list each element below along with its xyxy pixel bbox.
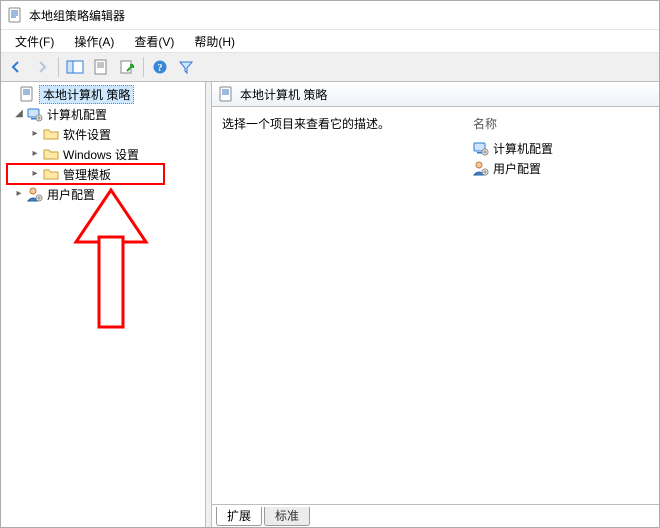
computer-icon bbox=[27, 106, 43, 122]
menu-action[interactable]: 操作(A) bbox=[64, 31, 124, 52]
menubar: 文件(F) 操作(A) 查看(V) 帮助(H) bbox=[1, 30, 659, 53]
policy-doc-icon bbox=[218, 86, 234, 102]
expander-closed-icon[interactable]: ▸ bbox=[29, 128, 41, 140]
forward-button[interactable] bbox=[30, 55, 54, 79]
tree-computer-config-label: 计算机配置 bbox=[47, 106, 107, 123]
tree-windows-settings[interactable]: ▸ Windows 设置 bbox=[1, 144, 205, 164]
user-icon bbox=[473, 160, 489, 176]
expander-closed-icon[interactable]: ▸ bbox=[13, 188, 25, 200]
list-item-user[interactable]: 用户配置 bbox=[473, 158, 653, 178]
titlebar: 本地组策略编辑器 bbox=[1, 1, 659, 30]
tree-computer-config[interactable]: ◢ 计算机配置 bbox=[1, 104, 205, 124]
tab-extended[interactable]: 扩展 bbox=[216, 507, 262, 526]
separator bbox=[143, 57, 144, 77]
tree-user-config[interactable]: ▸ 用户配置 bbox=[1, 184, 205, 204]
tree-admin-templates-label: 管理模板 bbox=[63, 166, 111, 183]
tree-windows-settings-label: Windows 设置 bbox=[63, 146, 139, 163]
export-button[interactable] bbox=[115, 55, 139, 79]
menu-help[interactable]: 帮助(H) bbox=[184, 31, 245, 52]
content-description: 选择一个项目来查看它的描述。 bbox=[212, 107, 467, 504]
tree-pane: ▸ 本地计算机 策略 ◢ bbox=[1, 82, 206, 527]
expander-closed-icon[interactable]: ▸ bbox=[29, 168, 41, 180]
folder-icon bbox=[43, 146, 59, 162]
window-title: 本地组策略编辑器 bbox=[29, 7, 125, 24]
content-header: 本地计算机 策略 bbox=[212, 82, 659, 107]
bottom-tabs: 扩展 标准 bbox=[212, 504, 659, 527]
show-hide-tree-button[interactable] bbox=[63, 55, 87, 79]
svg-text:?: ? bbox=[158, 63, 163, 74]
properties-button[interactable] bbox=[89, 55, 113, 79]
app-icon bbox=[7, 7, 23, 23]
body: ▸ 本地计算机 策略 ◢ bbox=[1, 82, 659, 527]
back-button[interactable] bbox=[4, 55, 28, 79]
list-item-label: 计算机配置 bbox=[493, 140, 553, 157]
toolbar: ? bbox=[1, 53, 659, 82]
separator bbox=[58, 57, 59, 77]
menu-view[interactable]: 查看(V) bbox=[124, 31, 184, 52]
tab-standard[interactable]: 标准 bbox=[264, 507, 310, 526]
tree-root-label: 本地计算机 策略 bbox=[39, 85, 134, 104]
filter-button[interactable] bbox=[174, 55, 198, 79]
menu-file[interactable]: 文件(F) bbox=[5, 31, 64, 52]
expander-closed-icon[interactable]: ▸ bbox=[29, 148, 41, 160]
tree-user-config-label: 用户配置 bbox=[47, 186, 95, 203]
tree-root[interactable]: ▸ 本地计算机 策略 bbox=[1, 84, 205, 104]
help-button[interactable]: ? bbox=[148, 55, 172, 79]
list-item-label: 用户配置 bbox=[493, 160, 541, 177]
user-icon bbox=[27, 186, 43, 202]
content-title: 本地计算机 策略 bbox=[240, 86, 327, 103]
tree-software-settings-label: 软件设置 bbox=[63, 126, 111, 143]
policy-doc-icon bbox=[19, 86, 35, 102]
content-pane: 本地计算机 策略 选择一个项目来查看它的描述。 名称 bbox=[211, 82, 659, 527]
tree-admin-templates[interactable]: ▸ 管理模板 bbox=[1, 164, 205, 184]
content-list: 名称 计算机配置 bbox=[467, 107, 659, 504]
expander-open-icon[interactable]: ◢ bbox=[13, 108, 25, 120]
column-name-header[interactable]: 名称 bbox=[473, 115, 653, 132]
computer-icon bbox=[473, 140, 489, 156]
content-prompt: 选择一个项目来查看它的描述。 bbox=[222, 115, 457, 132]
folder-icon bbox=[43, 166, 59, 182]
list-item-computer[interactable]: 计算机配置 bbox=[473, 138, 653, 158]
folder-icon bbox=[43, 126, 59, 142]
gpedit-window: 本地组策略编辑器 文件(F) 操作(A) 查看(V) 帮助(H) bbox=[0, 0, 660, 528]
tree-software-settings[interactable]: ▸ 软件设置 bbox=[1, 124, 205, 144]
content-body: 选择一个项目来查看它的描述。 名称 计算机配置 bbox=[212, 107, 659, 504]
